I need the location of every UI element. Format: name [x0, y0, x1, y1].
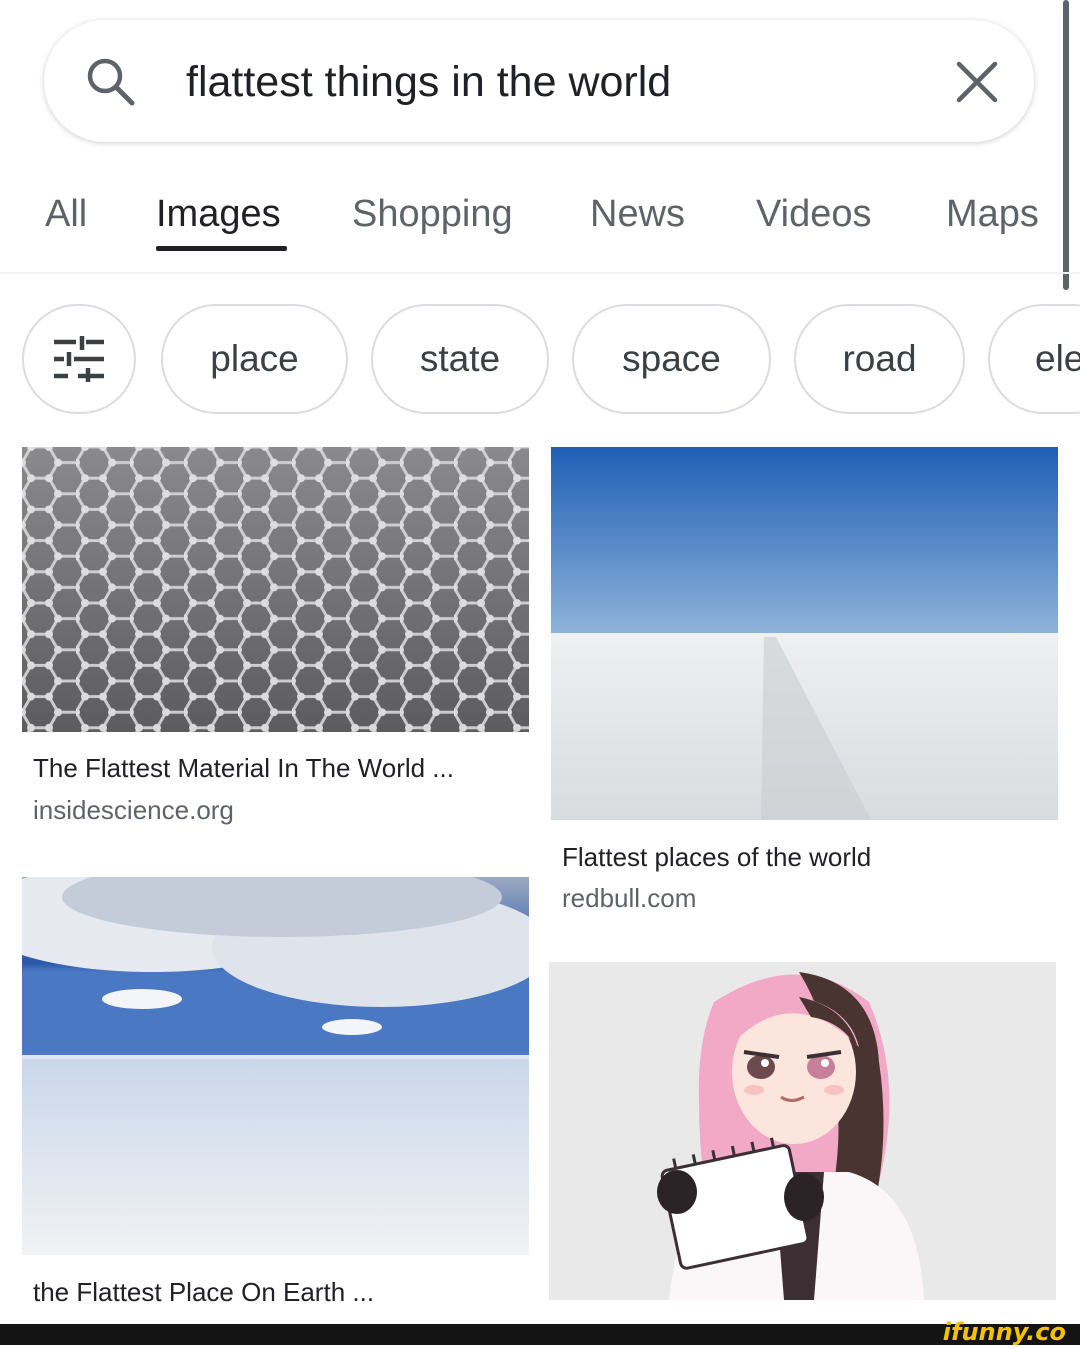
chip-label: space — [622, 338, 721, 379]
result-source[interactable]: insidescience.org — [33, 794, 234, 826]
tab-news[interactable]: News — [590, 192, 685, 236]
chip-label: road — [842, 338, 917, 379]
chip-road[interactable]: road — [794, 304, 965, 414]
chip-place[interactable]: place — [161, 304, 348, 414]
result-image-graphene[interactable] — [22, 447, 529, 732]
divider — [0, 272, 1080, 274]
search-icon — [87, 58, 135, 106]
chip-state[interactable]: state — [371, 304, 549, 414]
tab-shopping[interactable]: Shopping — [352, 192, 513, 236]
result-caption[interactable]: the Flattest Place On Earth ... — [33, 1276, 374, 1308]
watermark-logo: ifunny.co — [942, 1318, 1066, 1346]
close-icon[interactable] — [955, 60, 999, 104]
tab-all[interactable]: All — [45, 192, 87, 236]
result-source[interactable]: redbull.com — [562, 882, 696, 914]
footer-bar — [0, 1324, 1080, 1345]
active-tab-indicator — [156, 246, 287, 251]
chip-space[interactable]: space — [572, 304, 771, 414]
chip-ele[interactable]: ele — [988, 304, 1080, 414]
chip-label: place — [210, 338, 299, 379]
tab-maps[interactable]: Maps — [946, 192, 1039, 236]
search-input[interactable]: flattest things in the world — [186, 56, 671, 108]
tab-images[interactable]: Images — [156, 192, 281, 236]
tune-icon — [54, 336, 104, 382]
result-image-character[interactable] — [549, 962, 1056, 1300]
result-caption[interactable]: Flattest places of the world — [562, 841, 871, 873]
result-image-salt-flat[interactable] — [551, 447, 1058, 820]
filter-chip[interactable] — [22, 304, 136, 414]
result-image-salar-clouds[interactable] — [22, 877, 529, 1255]
scrollbar[interactable] — [1063, 0, 1069, 290]
tab-videos[interactable]: Videos — [756, 192, 872, 236]
chip-label: ele — [1035, 338, 1080, 379]
result-caption[interactable]: The Flattest Material In The World ... — [33, 752, 454, 784]
chip-label: state — [419, 338, 501, 379]
